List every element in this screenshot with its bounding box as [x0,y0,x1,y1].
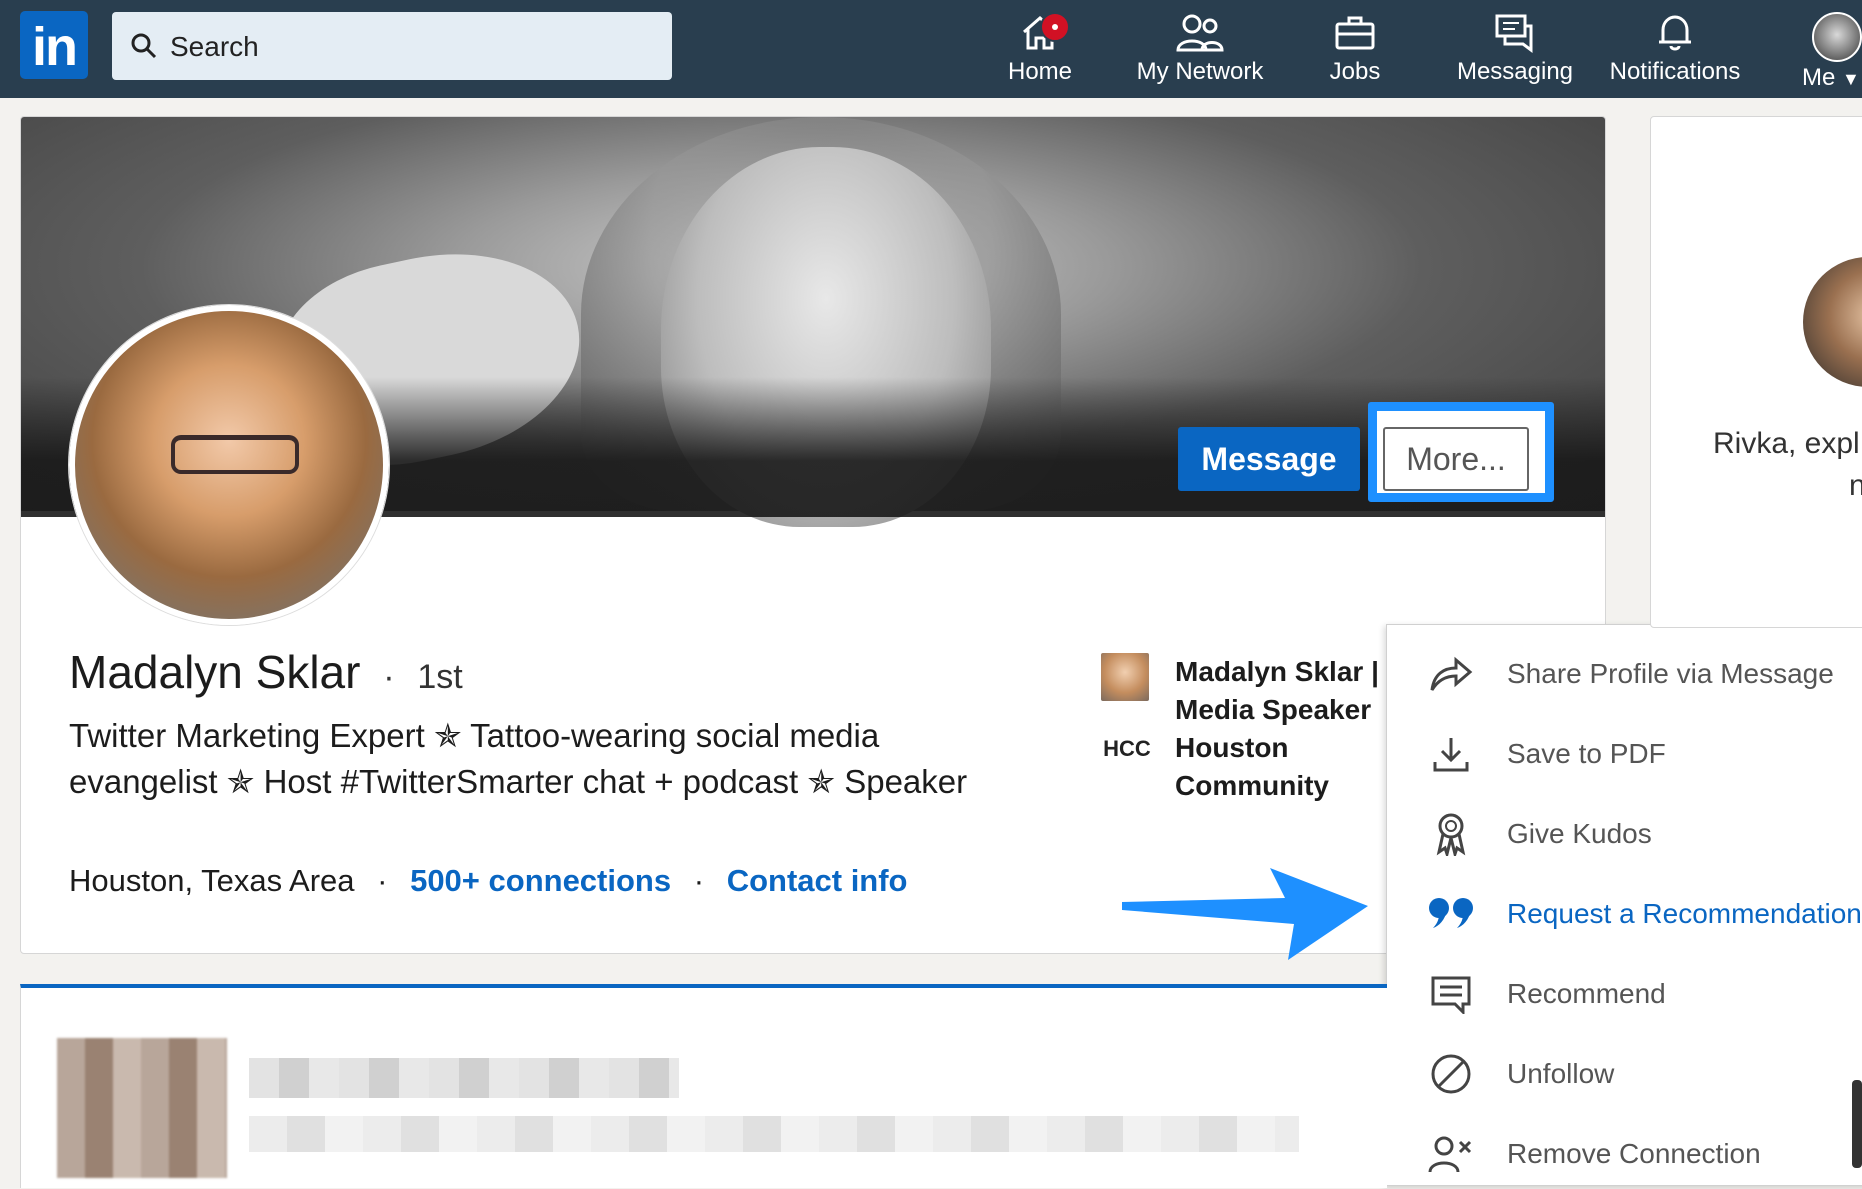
share-arrow-icon [1427,650,1475,698]
profile-location: Houston, Texas Area [69,863,355,898]
nav-my-network[interactable]: My Network [1120,8,1280,92]
meta-separator: · [693,863,705,898]
ribbon-icon [1427,810,1475,858]
contact-info-link[interactable]: Contact info [727,863,908,898]
remove-person-icon [1427,1130,1475,1178]
bell-icon [1659,15,1691,51]
profile-name-line: Madalyn Sklar · 1st [69,645,463,699]
nav-jobs[interactable]: Jobs [1300,8,1410,92]
nav-my-network-label: My Network [1136,58,1264,85]
nav-jobs-label: Jobs [1329,58,1381,85]
experience-thumbnail [1101,653,1149,701]
profile-meta: Houston, Texas Area · 500+ connections ·… [69,863,908,899]
nav-messaging-label: Messaging [1456,58,1574,85]
menu-item-recommend[interactable]: Recommend [1387,959,1862,1029]
scrollbar[interactable] [1852,1080,1862,1168]
menu-item-label: Remove Connection [1507,1138,1761,1169]
meta-separator: · [377,863,388,898]
message-button[interactable]: Message [1178,427,1360,491]
menu-item-label: Unfollow [1507,1058,1615,1089]
blurred-post-card [20,984,1387,1188]
notification-badge [1040,12,1070,42]
blurred-subtitle [249,1116,1299,1152]
experience-education[interactable]: HCC Houston Community College [1101,729,1401,805]
menu-item-request-recommendation[interactable]: Request a Recommendation [1387,879,1862,949]
menu-item-label: Recommend [1507,978,1666,1009]
menu-item-give-kudos[interactable]: Give Kudos [1387,799,1862,869]
menu-item-label: Request a Recommendation [1507,898,1862,929]
menu-item-save-pdf[interactable]: Save to PDF [1387,719,1862,789]
menu-item-label: Share Profile via Message [1507,658,1834,689]
nav-notifications[interactable]: Notifications [1600,8,1750,92]
briefcase-icon [1335,16,1375,50]
linkedin-logo[interactable]: in [20,11,88,79]
sidebar-avatar[interactable] [1803,257,1862,387]
quote-icon [1427,890,1475,938]
experience-current[interactable]: Madalyn Sklar | Media Speaker & [1101,653,1401,729]
connections-link[interactable]: 500+ connections [410,863,671,898]
experience-current-text: Madalyn Sklar | Media Speaker & [1175,656,1379,725]
top-navigation-bar: in Home My Network Jobs [0,0,1862,98]
network-icon [1176,14,1224,52]
experience-education-text: Houston Community College [1175,732,1329,801]
profile-photo-glasses [171,435,299,474]
sidebar-text-2: n [1849,469,1862,503]
sidebar-text: Rivka, expl [1713,427,1860,460]
right-sidebar-card: Rivka, expl n [1650,116,1862,628]
nav-messaging[interactable]: Messaging [1450,8,1580,92]
nav-me[interactable]: Me ▼ [1790,8,1862,92]
menu-item-remove-connection[interactable]: Remove Connection [1387,1119,1862,1189]
blurred-avatar [57,1038,227,1178]
nav-home[interactable]: Home [990,8,1090,92]
nav-notifications-label: Notifications [1609,58,1741,85]
hcc-logo: HCC [1103,736,1151,761]
connection-degree: 1st [417,658,463,696]
search-bar[interactable] [112,12,672,82]
comment-icon [1427,970,1475,1018]
chevron-down-icon: ▼ [1842,69,1860,89]
more-dropdown-menu: Share Profile via Message Save to PDF Gi… [1386,624,1862,1186]
blurred-title [249,1058,679,1098]
menu-item-label: Give Kudos [1507,818,1652,849]
profile-headline: Twitter Marketing Expert ✯ Tattoo-wearin… [69,717,968,800]
menu-item-label: Save to PDF [1507,738,1666,769]
menu-item-unfollow[interactable]: Unfollow [1387,1039,1862,1109]
nav-home-label: Home [1007,58,1073,85]
pointer-arrow-icon [1122,868,1368,960]
profile-photo[interactable] [69,305,389,625]
nav-me-label: Me ▼ [1802,64,1860,91]
avatar-icon [1812,12,1862,62]
search-icon [131,33,157,59]
more-button[interactable]: More... [1383,427,1529,491]
block-icon [1427,1050,1475,1098]
profile-card: Madalyn Sklar · 1st Twitter Marketing Ex… [20,116,1606,954]
degree-separator: · [383,658,395,696]
menu-item-share-profile[interactable]: Share Profile via Message [1387,639,1862,709]
profile-name: Madalyn Sklar [69,646,361,698]
messaging-icon [1495,14,1533,53]
download-icon [1427,730,1475,778]
search-input[interactable] [168,12,652,82]
experience-summary: Madalyn Sklar | Media Speaker & HCC Hous… [1101,653,1401,805]
